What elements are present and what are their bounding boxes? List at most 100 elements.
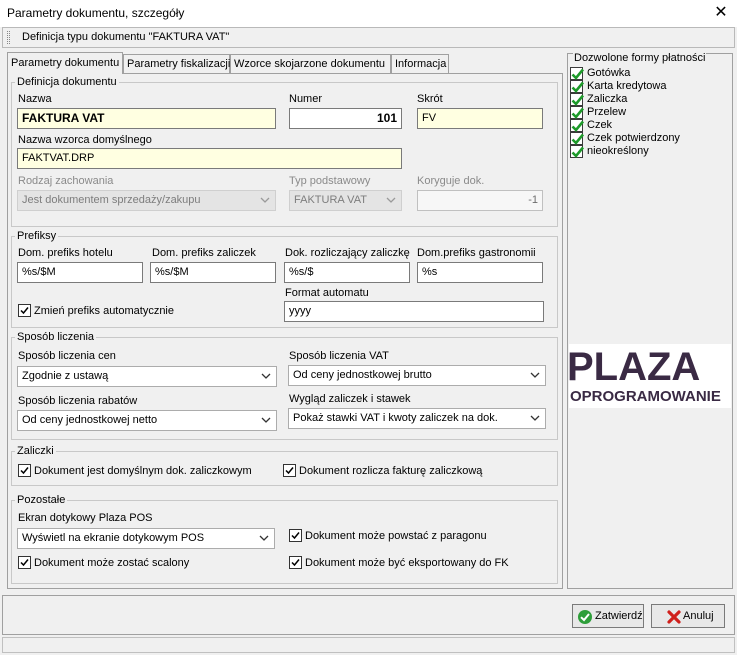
group-label: Zaliczki xyxy=(15,445,56,457)
plaza-logo-icon: PLAZA OPROGRAMOWANIE xyxy=(569,345,721,405)
wzorzec-input[interactable]: FAKTVAT.DRP xyxy=(17,148,402,169)
anuluj-button[interactable]: Anuluj xyxy=(651,604,725,628)
skrot-input[interactable]: FV xyxy=(417,108,543,129)
wzorzec-label: Nazwa wzorca domyślnego xyxy=(18,134,152,146)
numer-label: Numer xyxy=(289,93,323,105)
group-label: Definicja dokumentu xyxy=(15,76,119,88)
eksport-fk-checkbox[interactable] xyxy=(289,556,302,569)
toolbar-grip-icon xyxy=(7,31,10,44)
checkmark-icon xyxy=(20,559,29,567)
hotel-input[interactable]: %s/$M xyxy=(17,262,143,283)
anuluj-label: Anuluj xyxy=(683,610,714,622)
typ-select[interactable]: FAKTURA VAT xyxy=(289,190,402,211)
format-input[interactable]: yyyy xyxy=(284,301,544,322)
paragon-checkbox[interactable] xyxy=(289,529,302,542)
vat-select[interactable]: Od ceny jednostkowej brutto xyxy=(288,365,546,386)
domyslny-zaliczkowy-checkbox[interactable] xyxy=(18,464,31,477)
checkmark-icon xyxy=(20,467,29,475)
rozlicza-fakture-label: Dokument rozlicza fakturę zaliczkową xyxy=(299,465,483,477)
chevron-down-icon xyxy=(530,415,540,421)
group-label: Pozostałe xyxy=(15,494,68,506)
rodzaj-value: Jest dokumentem sprzedaży/zakupu xyxy=(22,194,201,206)
tab-label: Informacja xyxy=(395,58,447,70)
numer-input[interactable]: 101 xyxy=(289,108,402,129)
tab-label: Wzorce skojarzone dokumentu xyxy=(234,58,386,70)
rozlicz-label: Dok. rozliczający zaliczkę xyxy=(285,247,410,259)
tab-label: Parametry fiskalizacji xyxy=(127,58,231,70)
zatwierdz-label: Zatwierdź xyxy=(595,610,643,622)
payment-label: nieokreślony xyxy=(587,145,649,157)
rodzaj-select[interactable]: Jest dokumentem sprzedaży/zakupu xyxy=(17,190,276,211)
payment-label: Gotówka xyxy=(587,67,631,79)
close-icon[interactable]: ✕ xyxy=(711,2,731,24)
logo-sub-text: OPROGRAMOWANIE xyxy=(570,388,721,405)
cen-value: Zgodnie z ustawą xyxy=(22,370,109,382)
tab-parametry-fiskalizacji[interactable]: Parametry fiskalizacji xyxy=(123,54,230,73)
status-bar xyxy=(2,637,735,653)
definition-bar: Definicja typu dokumentu "FAKTURA VAT" xyxy=(2,27,735,48)
typ-value: FAKTURA VAT xyxy=(294,194,367,206)
checkmark-icon xyxy=(20,307,29,315)
zmien-prefiks-checkbox[interactable] xyxy=(18,304,31,317)
payment-label: Karta kredytowa xyxy=(587,80,667,92)
nazwa-label: Nazwa xyxy=(18,93,52,105)
chevron-down-icon xyxy=(261,417,271,423)
wyglad-value: Pokaż stawki VAT i kwoty zaliczek na dok… xyxy=(293,412,498,424)
rabatow-label: Sposób liczenia rabatów xyxy=(18,395,138,407)
zmien-prefiks-label: Zmień prefiks automatycznie xyxy=(34,305,174,317)
chevron-down-icon xyxy=(261,373,271,379)
title-bar: Parametry dokumentu, szczegóły ✕ xyxy=(0,0,737,27)
group-label: Prefiksy xyxy=(15,230,59,242)
chevron-down-icon xyxy=(386,197,396,203)
gastro-label: Dom.prefiks gastronomii xyxy=(417,247,536,259)
koryguje-input[interactable]: -1 xyxy=(417,190,543,211)
payment-label: Zaliczka xyxy=(587,93,628,105)
cen-select[interactable]: Zgodnie z ustawą xyxy=(17,366,277,387)
koryguje-label: Koryguje dok. xyxy=(417,175,485,187)
zatwierdz-button[interactable]: Zatwierdź xyxy=(572,604,644,628)
window-title: Parametry dokumentu, szczegóły xyxy=(7,6,185,20)
checkmark-icon xyxy=(291,559,300,567)
domyslny-zaliczkowy-label: Dokument jest domyślnym dok. zaliczkowym xyxy=(34,465,252,477)
payment-label: Czek xyxy=(587,119,613,131)
skrot-label: Skrót xyxy=(417,93,443,105)
rabatow-select[interactable]: Od ceny jednostkowej netto xyxy=(17,410,277,431)
wyglad-select[interactable]: Pokaż stawki VAT i kwoty zaliczek na dok… xyxy=(288,408,546,429)
rozlicz-input[interactable]: %s/$ xyxy=(284,262,410,283)
chevron-down-icon xyxy=(260,197,270,203)
scalony-label: Dokument może zostać scalony xyxy=(34,557,190,569)
ekran-label: Ekran dotykowy Plaza POS xyxy=(18,512,153,524)
cen-label: Sposób liczenia cen xyxy=(18,350,116,362)
green-check-icon xyxy=(571,146,585,158)
tab-informacja[interactable]: Informacja xyxy=(391,54,449,73)
paragon-label: Dokument może powstać z paragonu xyxy=(305,530,487,542)
tab-wzorce-skojarzone[interactable]: Wzorce skojarzone dokumentu xyxy=(230,54,391,73)
nazwa-input[interactable]: FAKTURA VAT xyxy=(17,108,276,129)
chevron-down-icon xyxy=(259,535,269,541)
vat-label: Sposób liczenia VAT xyxy=(289,350,389,362)
ekran-select[interactable]: Wyświetl na ekranie dotykowym POS xyxy=(17,528,275,549)
typ-label: Typ podstawowy xyxy=(289,175,371,187)
tab-parametry-dokumentu[interactable]: Parametry dokumentu xyxy=(7,52,123,74)
zaliczek-label: Dom. prefiks zaliczek xyxy=(152,247,256,259)
scalony-checkbox[interactable] xyxy=(18,556,31,569)
format-label: Format automatu xyxy=(285,287,369,299)
payment-forms-title: Dozwolone formy płatności xyxy=(573,52,707,64)
confirm-check-icon xyxy=(578,610,592,624)
ekran-value: Wyświetl na ekranie dotykowym POS xyxy=(22,532,205,544)
eksport-fk-label: Dokument może być eksportowany do FK xyxy=(305,557,509,569)
rozlicza-fakture-checkbox[interactable] xyxy=(283,464,296,477)
checkmark-icon xyxy=(291,532,300,540)
group-label: Sposób liczenia xyxy=(15,331,97,343)
payment-label: Czek potwierdzony xyxy=(587,132,680,144)
chevron-down-icon xyxy=(530,372,540,378)
plaza-logo: PLAZA OPROGRAMOWANIE xyxy=(569,344,731,408)
logo-main-text: PLAZA xyxy=(569,345,700,389)
checkmark-icon xyxy=(285,467,294,475)
tab-label: Parametry dokumentu xyxy=(11,57,120,69)
rodzaj-label: Rodzaj zachowania xyxy=(18,175,114,187)
zaliczek-input[interactable]: %s/$M xyxy=(150,262,276,283)
gastro-input[interactable]: %s xyxy=(417,262,543,283)
definition-bar-text: Definicja typu dokumentu "FAKTURA VAT" xyxy=(22,31,230,43)
cancel-x-icon xyxy=(667,610,681,624)
